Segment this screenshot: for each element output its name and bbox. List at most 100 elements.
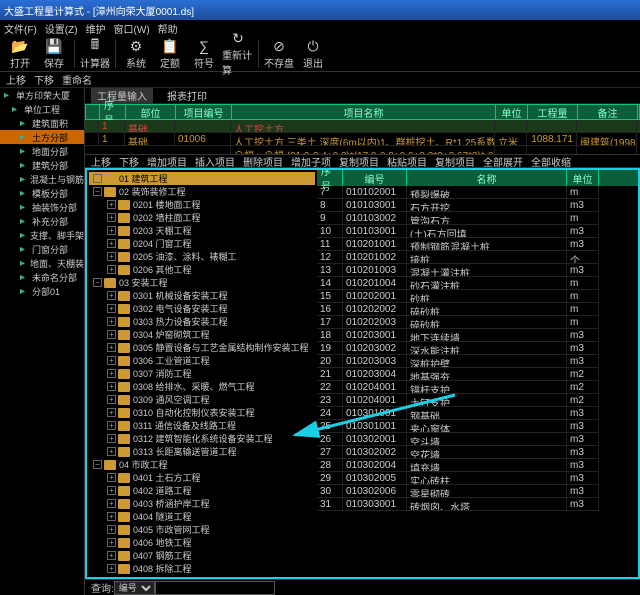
cat-node[interactable]: +0202 墙柱面工程 <box>89 211 315 224</box>
item-row[interactable]: 19010203002深水能注桩m3 <box>317 342 638 355</box>
item-row[interactable]: 15010202001砂桩m <box>317 290 638 303</box>
item-row[interactable]: 12010201002接桩个 <box>317 251 638 264</box>
cat-node[interactable]: +0205 油漆、涂料、裱糊工 <box>89 250 315 263</box>
toolbar-系统[interactable]: ⚙系统 <box>120 38 152 70</box>
toolbar-符号[interactable]: ∑符号 <box>188 38 220 70</box>
cat-node[interactable]: +0305 静置设备与工艺金属结构制作安装工程 <box>89 341 315 354</box>
mid-btn[interactable]: 下移 <box>119 154 139 169</box>
menu-item[interactable]: 设置(Z) <box>45 21 78 36</box>
main-grid[interactable]: 1基础人工挖土方1基础01006人工挖土方 三类土 深度(6m以内)1、群桩挖土… <box>85 120 640 154</box>
cat-node[interactable]: −04 市政工程 <box>89 458 315 471</box>
cat-node[interactable]: +0308 给排水、采暖、燃气工程 <box>89 380 315 393</box>
cat-node[interactable]: +0303 热力设备安装工程 <box>89 315 315 328</box>
item-row[interactable]: 18010203001地下连续墙m3 <box>317 329 638 342</box>
cat-node[interactable]: −02 装饰装修工程 <box>89 185 315 198</box>
cat-node[interactable]: +0401 土石方工程 <box>89 471 315 484</box>
cat-node[interactable]: +0408 拆除工程 <box>89 562 315 575</box>
item-row[interactable]: 10010103001(土)石方回填m3 <box>317 225 638 238</box>
cat-node[interactable]: +0406 地铁工程 <box>89 536 315 549</box>
tree-node[interactable]: ▸单位工程 <box>0 102 84 116</box>
mid-btn[interactable]: 上移 <box>91 154 111 169</box>
item-row[interactable]: 21010203004地基强夯m2 <box>317 368 638 381</box>
tree-node[interactable]: ▸地面分部 <box>0 144 84 158</box>
item-row[interactable]: 22010204001锚杆支护m2 <box>317 381 638 394</box>
cat-node[interactable]: +0302 电气设备安装工程 <box>89 302 315 315</box>
item-row[interactable]: 29010302005实心砖柱m3 <box>317 472 638 485</box>
cat-node[interactable]: +0206 其他工程 <box>89 263 315 276</box>
item-grid[interactable]: 序号编号名称单位 7010102001预裂爆破m8010103001石方开挖m3… <box>317 170 638 577</box>
cat-node[interactable]: +0301 机械设备安装工程 <box>89 289 315 302</box>
toolbar-保存[interactable]: 💾保存 <box>38 38 70 70</box>
cat-node[interactable]: +0203 天棚工程 <box>89 224 315 237</box>
item-row[interactable]: 30010302006零星砌砖m3 <box>317 485 638 498</box>
cat-node[interactable]: +0407 钢筋工程 <box>89 549 315 562</box>
tree-node[interactable]: ▸分部01 <box>0 284 84 298</box>
item-row[interactable]: 17010202003碎砂桩m <box>317 316 638 329</box>
toolbar-退出[interactable]: ⏻退出 <box>297 38 329 70</box>
item-row[interactable]: 16010202002碎砂桩m <box>317 303 638 316</box>
tab-input[interactable]: 工程量输入 <box>91 88 153 104</box>
item-row[interactable]: 28010302004填充墙m3 <box>317 459 638 472</box>
mid-btn[interactable]: 增加项目 <box>147 154 187 169</box>
tree-node[interactable]: ▸抽装饰分部 <box>0 200 84 214</box>
item-row[interactable]: 27010302002空花墙m3 <box>317 446 638 459</box>
toolbar-打开[interactable]: 📂打开 <box>4 38 36 70</box>
cat-node[interactable]: +0404 隧道工程 <box>89 510 315 523</box>
cat-node[interactable]: +0311 通信设备及线路工程 <box>89 419 315 432</box>
mid-btn[interactable]: 删除项目 <box>243 154 283 169</box>
tree-node[interactable]: ▸地面、天棚装 <box>0 256 84 270</box>
sub-btn[interactable]: 下移 <box>34 76 54 87</box>
menu-item[interactable]: 文件(F) <box>4 21 37 36</box>
item-row[interactable]: 31010303001砖烟囟、水塔m3 <box>317 498 638 511</box>
mid-btn[interactable]: 复制项目 <box>435 154 475 169</box>
project-tree[interactable]: ▸单方印荣大厦▸单位工程▸建筑面积▸土方分部▸地面分部▸建筑分部▸混凝土与钢筋▸… <box>0 88 85 595</box>
tree-node[interactable]: ▸模板分部 <box>0 186 84 200</box>
menu-item[interactable]: 窗口(W) <box>114 21 150 36</box>
mid-btn[interactable]: 增加子项 <box>291 154 331 169</box>
cat-node[interactable]: +0313 长距离输送管道工程 <box>89 445 315 458</box>
sub-btn[interactable]: 重命名 <box>62 76 92 87</box>
cat-node[interactable]: +0204 门窗工程 <box>89 237 315 250</box>
item-row[interactable]: 9010103002管沟石方m <box>317 212 638 225</box>
toolbar-重新计算[interactable]: ↻重新计算 <box>222 38 254 70</box>
cat-node[interactable]: −01 建筑工程 <box>89 172 315 185</box>
item-row[interactable]: 7010102001预裂爆破m <box>317 186 638 199</box>
search-input[interactable] <box>155 581 275 595</box>
cat-node[interactable]: +0304 炉窑砌筑工程 <box>89 328 315 341</box>
category-tree[interactable]: −01 建筑工程−02 装饰装修工程+0201 楼地面工程+0202 墙柱面工程… <box>87 170 317 577</box>
item-row[interactable]: 8010103001石方开挖m3 <box>317 199 638 212</box>
toolbar-计算器[interactable]: 🖩计算器 <box>79 38 111 70</box>
tree-node[interactable]: ▸门窗分部 <box>0 242 84 256</box>
item-row[interactable]: 20010203003深桩护壁m3 <box>317 355 638 368</box>
cat-node[interactable]: −03 安装工程 <box>89 276 315 289</box>
item-row[interactable]: 25010301001夹心窗体m3 <box>317 420 638 433</box>
item-row[interactable]: 26010302001空斗墙m3 <box>317 433 638 446</box>
mid-btn[interactable]: 插入项目 <box>195 154 235 169</box>
cat-node[interactable]: +0309 通风空调工程 <box>89 393 315 406</box>
toolbar-不存盘[interactable]: ⊘不存盘 <box>263 38 295 70</box>
cat-node[interactable]: +0403 桥涵护岸工程 <box>89 497 315 510</box>
item-row[interactable]: 13010201003混凝土灌注桩m3 <box>317 264 638 277</box>
item-row[interactable]: 24010301001钢基础m3 <box>317 407 638 420</box>
tree-node[interactable]: ▸单方印荣大厦 <box>0 88 84 102</box>
cat-node[interactable]: +0307 消防工程 <box>89 367 315 380</box>
item-row[interactable]: 11010201001预制钢筋混凝土桩m3 <box>317 238 638 251</box>
cat-node[interactable]: +0306 工业管道工程 <box>89 354 315 367</box>
tree-node[interactable]: ▸建筑分部 <box>0 158 84 172</box>
mid-btn[interactable]: 全部展开 <box>483 154 523 169</box>
toolbar-定额[interactable]: 📋定额 <box>154 38 186 70</box>
search-field-select[interactable]: 编号 <box>114 581 155 595</box>
cat-node[interactable]: +0310 自动化控制仪表安装工程 <box>89 406 315 419</box>
item-row[interactable]: 14010201004砂石灌注桩m <box>317 277 638 290</box>
sub-btn[interactable]: 上移 <box>6 76 26 87</box>
menu-item[interactable]: 帮助 <box>158 21 178 36</box>
tree-node[interactable]: ▸土方分部 <box>0 130 84 144</box>
mid-btn[interactable]: 复制项目 <box>339 154 379 169</box>
cat-node[interactable]: +0312 建筑智能化系统设备安装工程 <box>89 432 315 445</box>
mid-btn[interactable]: 粘贴项目 <box>387 154 427 169</box>
cat-node[interactable]: +0402 道路工程 <box>89 484 315 497</box>
tree-node[interactable]: ▸建筑面积 <box>0 116 84 130</box>
mid-btn[interactable]: 全部收缩 <box>531 154 571 169</box>
tree-node[interactable]: ▸补充分部 <box>0 214 84 228</box>
tree-node[interactable]: ▸混凝土与钢筋 <box>0 172 84 186</box>
